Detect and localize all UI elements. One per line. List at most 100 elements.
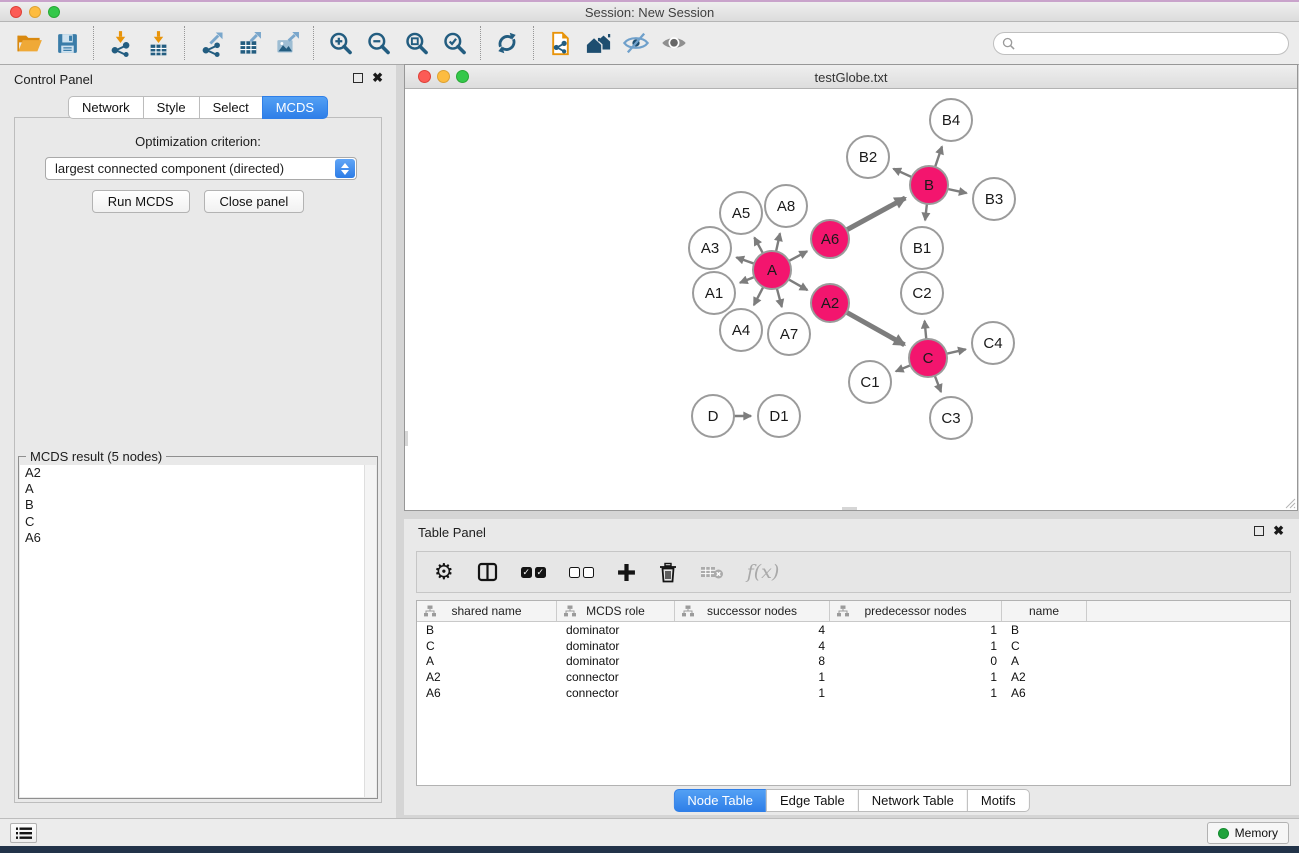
float-panel-icon[interactable] — [353, 73, 363, 83]
save-session-button[interactable] — [48, 24, 86, 62]
table-cell[interactable]: 1 — [830, 686, 1002, 700]
delete-table-icon[interactable] — [700, 564, 724, 580]
zoom-out-button[interactable] — [359, 24, 397, 62]
graph-node-B[interactable]: B — [910, 166, 948, 204]
result-scrollbar[interactable] — [364, 465, 376, 797]
table-cell[interactable]: A2 — [1002, 670, 1087, 684]
network-graph[interactable]: AA1A2A3A4A5A6A7A8BB1B2B3B4CC1C2C3C4DD1 — [405, 89, 1297, 510]
tab-network[interactable]: Network — [68, 96, 144, 119]
close-panel-icon[interactable]: ✖ — [372, 73, 383, 83]
graph-node-A3[interactable]: A3 — [689, 227, 731, 269]
table-cell[interactable]: C — [1002, 639, 1087, 653]
function-builder-icon[interactable]: f(x) — [747, 561, 780, 583]
table-settings-icon[interactable]: ⚙ — [434, 561, 454, 583]
graph-node-C4[interactable]: C4 — [972, 322, 1014, 364]
tab-motifs[interactable]: Motifs — [967, 789, 1030, 812]
tab-mcds[interactable]: MCDS — [262, 96, 328, 119]
home-button[interactable] — [579, 24, 617, 62]
memory-button[interactable]: Memory — [1207, 822, 1289, 844]
tab-edge-table[interactable]: Edge Table — [766, 789, 859, 812]
network-window-titlebar[interactable]: testGlobe.txt — [405, 65, 1297, 89]
graph-node-B3[interactable]: B3 — [973, 178, 1015, 220]
table-cell[interactable]: 4 — [675, 623, 830, 637]
table-cell[interactable]: A — [1002, 654, 1087, 668]
table-cell[interactable]: 1 — [830, 670, 1002, 684]
graph-node-A[interactable]: A — [753, 251, 791, 289]
table-cell[interactable]: 8 — [675, 654, 830, 668]
zoom-fit-button[interactable] — [397, 24, 435, 62]
graph-node-C1[interactable]: C1 — [849, 361, 891, 403]
refresh-button[interactable] — [488, 24, 526, 62]
export-network-button[interactable] — [192, 24, 230, 62]
deselect-all-icon[interactable] — [569, 567, 594, 578]
table-cell[interactable]: 1 — [675, 686, 830, 700]
float-table-panel-icon[interactable] — [1254, 526, 1264, 536]
table-row[interactable]: Bdominator41B — [417, 622, 1290, 638]
mcds-result-item[interactable]: C — [20, 514, 364, 530]
show-graphics-details-button[interactable] — [655, 24, 693, 62]
close-panel-button[interactable]: Close panel — [204, 190, 305, 213]
column-header-shared-name[interactable]: shared name — [417, 601, 557, 621]
mcds-result-item[interactable]: A2 — [20, 465, 364, 481]
add-column-icon[interactable] — [617, 563, 636, 582]
column-header-predecessor-nodes[interactable]: predecessor nodes — [830, 601, 1002, 621]
hide-graphics-details-button[interactable] — [617, 24, 655, 62]
delete-column-icon[interactable] — [659, 562, 677, 583]
graph-node-A5[interactable]: A5 — [720, 192, 762, 234]
graph-node-D1[interactable]: D1 — [758, 395, 800, 437]
tab-select[interactable]: Select — [199, 96, 263, 119]
optimization-criterion-select[interactable]: largest connected component (directed) — [45, 157, 357, 180]
table-cell[interactable]: 1 — [830, 623, 1002, 637]
table-cell[interactable]: connector — [557, 670, 675, 684]
table-row[interactable]: A2connector11A2 — [417, 669, 1290, 685]
export-table-button[interactable] — [230, 24, 268, 62]
clone-network-button[interactable] — [541, 24, 579, 62]
import-network-button[interactable] — [101, 24, 139, 62]
graph-node-D[interactable]: D — [692, 395, 734, 437]
graph-node-A8[interactable]: A8 — [765, 185, 807, 227]
graph-node-C[interactable]: C — [909, 339, 947, 377]
zoom-selected-button[interactable] — [435, 24, 473, 62]
table-cell[interactable]: 1 — [830, 639, 1002, 653]
table-cell[interactable]: A6 — [417, 686, 557, 700]
graph-node-B4[interactable]: B4 — [930, 99, 972, 141]
table-cell[interactable]: A2 — [417, 670, 557, 684]
table-cell[interactable]: B — [1002, 623, 1087, 637]
graph-node-C2[interactable]: C2 — [901, 272, 943, 314]
table-cell[interactable]: B — [417, 623, 557, 637]
tab-style[interactable]: Style — [143, 96, 200, 119]
close-table-panel-icon[interactable]: ✖ — [1273, 526, 1284, 536]
search-input[interactable] — [1020, 36, 1280, 51]
table-cell[interactable]: 1 — [675, 670, 830, 684]
export-image-button[interactable] — [268, 24, 306, 62]
table-cell[interactable]: dominator — [557, 639, 675, 653]
run-mcds-button[interactable]: Run MCDS — [92, 190, 190, 213]
select-all-icon[interactable]: ✓✓ — [521, 567, 546, 578]
table-cell[interactable]: 4 — [675, 639, 830, 653]
table-cell[interactable]: A6 — [1002, 686, 1087, 700]
table-cell[interactable]: dominator — [557, 654, 675, 668]
network-canvas[interactable]: AA1A2A3A4A5A6A7A8BB1B2B3B4CC1C2C3C4DD1 — [405, 89, 1297, 510]
mcds-result-item[interactable]: A6 — [20, 530, 364, 546]
table-cell[interactable]: connector — [557, 686, 675, 700]
table-cell[interactable]: 0 — [830, 654, 1002, 668]
graph-node-B1[interactable]: B1 — [901, 227, 943, 269]
table-row[interactable]: A6connector11A6 — [417, 685, 1290, 701]
column-header-name[interactable]: name — [1002, 601, 1087, 621]
table-row[interactable]: Cdominator41C — [417, 638, 1290, 654]
open-session-button[interactable] — [10, 24, 48, 62]
graph-node-A6[interactable]: A6 — [811, 220, 849, 258]
tab-node-table[interactable]: Node Table — [673, 789, 767, 812]
task-history-button[interactable] — [10, 823, 37, 843]
table-cell[interactable]: C — [417, 639, 557, 653]
table-cell[interactable]: A — [417, 654, 557, 668]
search-box[interactable] — [993, 32, 1289, 55]
mcds-result-item[interactable]: B — [20, 497, 364, 513]
graph-node-B2[interactable]: B2 — [847, 136, 889, 178]
zoom-in-button[interactable] — [321, 24, 359, 62]
import-table-button[interactable] — [139, 24, 177, 62]
table-row[interactable]: Adominator80A — [417, 653, 1290, 669]
split-view-icon[interactable] — [477, 562, 498, 582]
graph-node-A1[interactable]: A1 — [693, 272, 735, 314]
tab-network-table[interactable]: Network Table — [858, 789, 968, 812]
